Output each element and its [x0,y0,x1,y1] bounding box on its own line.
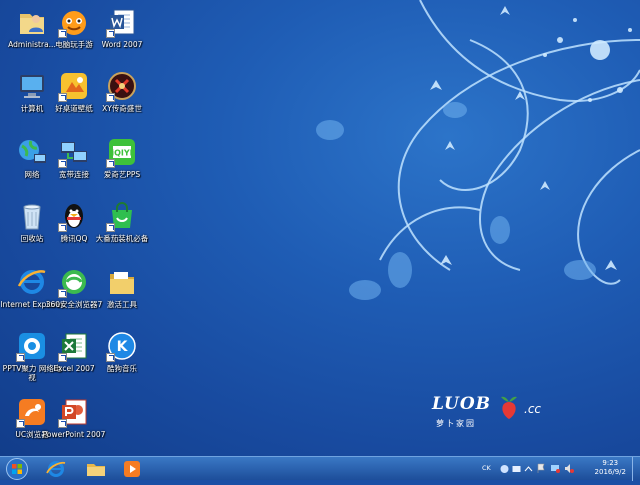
action-center-flag-icon[interactable] [536,463,546,474]
system-tray: CK 9:23 2016/9/2 [470,457,640,481]
icon-kugou-music[interactable]: K 酷狗音乐 [90,328,154,392]
icon-label: 爱奇艺PPS [103,170,141,179]
icon-word[interactable]: Word 2007 [90,4,154,68]
svg-text:K: K [117,339,129,355]
icon-label: Word 2007 [101,40,143,49]
icon-xy-game[interactable]: XY传奇盛世 [90,68,154,132]
shortcut-arrow-icon [106,223,115,232]
shortcut-arrow-icon [58,93,67,102]
start-button[interactable] [4,457,30,481]
taskbar-media-button[interactable] [120,459,144,479]
taskbar-explorer-button[interactable] [84,459,108,479]
svg-text:iQIYI: iQIYI [111,149,132,158]
icon-label: 激活工具 [107,300,137,309]
icon-activation-tools[interactable]: 激活工具 [90,264,154,328]
shortcut-arrow-icon [58,419,67,428]
kugou-music-icon: K [106,330,138,362]
radish-icon [501,396,517,419]
folder-icon [106,266,138,298]
shortcut-arrow-icon [106,29,115,38]
taskbar-ie-button[interactable] [44,459,68,479]
wallpaper-app-icon [58,70,90,102]
logo-word: LUOB [432,394,492,414]
taskbar: CK 9:23 2016/9/2 [0,456,640,481]
clock-date: 2016/9/2 [594,468,626,476]
game-emblem-icon [106,70,138,102]
shortcut-arrow-icon [16,419,25,428]
desktop: Administra... 计算机 网络 回收站 Internet Explor… [0,0,640,456]
logo-subtitle: 萝卜家园 [436,419,476,428]
icon-iqiyi[interactable]: iQIYI 爱奇艺PPS [90,134,154,198]
cartoon-face-icon [58,6,90,38]
qq-penguin-icon [58,200,90,232]
icon-shopping[interactable]: 大番茄装机必备 [90,198,154,262]
icon-label: 酷狗音乐 [107,364,137,373]
excel-icon [58,330,90,362]
shortcut-arrow-icon [106,353,115,362]
logo-suffix: .cc [524,402,542,416]
shortcut-arrow-icon [106,93,115,102]
shortcut-arrow-icon [58,159,67,168]
clock-time: 9:23 [602,459,619,467]
iqiyi-icon: iQIYI [106,136,138,168]
icon-label: PowerPoint 2007 [42,430,106,439]
language-indicator[interactable]: CK [482,464,491,472]
show-desktop-button[interactable] [632,457,640,481]
icon-label: XY传奇盛世 [102,104,142,113]
word-icon [106,6,138,38]
icon-label: 大番茄装机必备 [95,234,149,243]
shortcut-arrow-icon [58,29,67,38]
360-browser-icon [58,266,90,298]
shortcut-arrow-icon [58,289,67,298]
windows-logo-icon [6,458,28,480]
media-player-icon [124,461,140,477]
system-clock[interactable]: 9:23 2016/9/2 [595,459,626,477]
help-icon[interactable] [500,464,509,474]
icon-powerpoint[interactable]: PowerPoint 2007 [42,394,106,456]
shopping-bag-icon [106,200,138,232]
broadband-connection-icon [58,136,90,168]
shortcut-arrow-icon [16,353,25,362]
internet-explorer-icon [46,461,66,477]
powerpoint-icon [58,396,90,428]
tray-chevron-icon[interactable] [524,464,533,474]
network-status-icon[interactable] [550,463,560,474]
keyboard-icon[interactable] [512,464,521,474]
luobo-logo: LUOB .cc 萝卜家园 [432,394,552,434]
volume-muted-icon[interactable] [564,463,574,474]
shortcut-arrow-icon [106,159,115,168]
shortcut-arrow-icon [58,353,67,362]
shortcut-arrow-icon [58,223,67,232]
file-explorer-icon [87,464,105,476]
